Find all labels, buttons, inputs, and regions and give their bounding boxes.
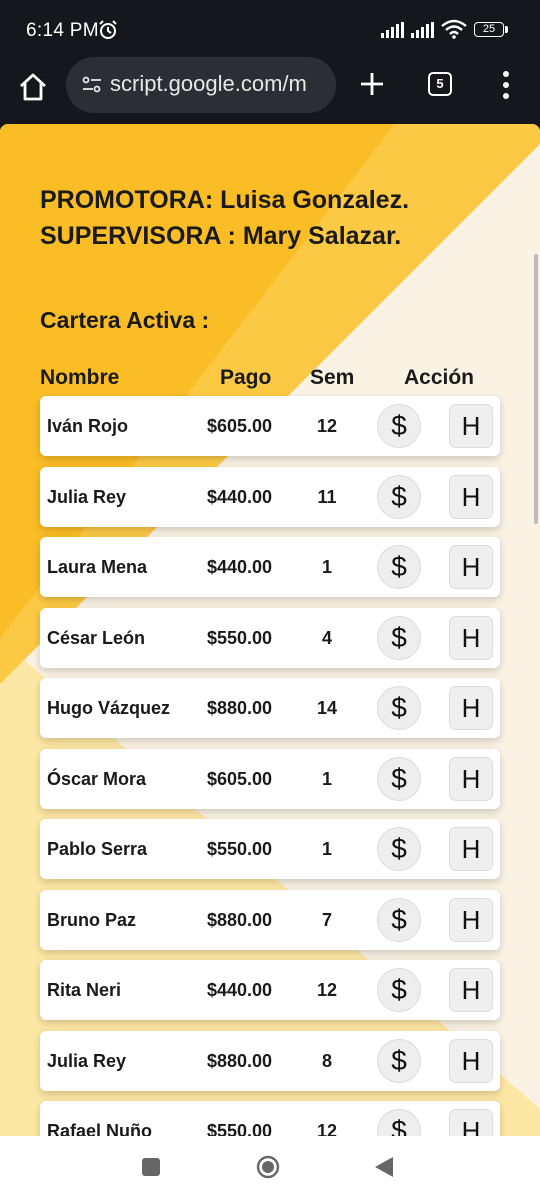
history-button[interactable]: H	[449, 897, 493, 942]
payment-amount: $440.00	[207, 486, 273, 507]
table-row: Julia Rey $880.00 8 $ H	[40, 1030, 500, 1091]
payment-amount: $880.00	[207, 698, 273, 718]
history-button[interactable]: H	[449, 756, 493, 801]
recents-icon[interactable]	[142, 1158, 160, 1176]
week-count: 7	[321, 909, 332, 930]
table-row: Óscar Mora $605.00 1 $ H	[40, 748, 500, 809]
url-text[interactable]: script.google.com/m	[110, 71, 326, 97]
payment-amount: $440.00	[207, 557, 273, 577]
pay-button[interactable]: $	[377, 615, 421, 660]
table-row: Laura Mena $440.00 1 $ H	[40, 537, 500, 597]
history-button[interactable]: H	[449, 404, 493, 448]
status-bar: 6:14 PM 25	[0, 0, 540, 62]
browser-toolbar: script.google.com/m 5	[0, 57, 540, 122]
client-name: Laura Mena	[47, 557, 148, 577]
back-icon[interactable]	[374, 1156, 394, 1178]
history-button[interactable]: H	[449, 968, 493, 1012]
scrollbar[interactable]	[534, 254, 538, 524]
table-row: César León $550.00 4 $ H	[40, 607, 500, 668]
week-count: 8	[321, 1050, 332, 1071]
home-circle-icon[interactable]	[256, 1155, 280, 1179]
week-count: 11	[317, 486, 337, 507]
pay-button[interactable]: $	[377, 545, 421, 589]
address-bar[interactable]: script.google.com/m	[66, 57, 336, 113]
payment-amount: $880.00	[207, 909, 273, 930]
client-name: Bruno Paz	[47, 909, 137, 930]
history-button[interactable]: H	[449, 827, 493, 871]
client-name: Iván Rojo	[47, 416, 129, 436]
week-count: 12	[316, 416, 338, 436]
pay-button[interactable]: $	[377, 474, 421, 519]
table-row: Pablo Serra $550.00 1 $ H	[40, 819, 500, 879]
history-button[interactable]: H	[449, 474, 493, 519]
alarm-icon	[99, 20, 117, 39]
table-row: Rafael Nuño $550.00 12 $ H	[40, 1101, 500, 1136]
column-header-sem: Sem	[310, 366, 355, 389]
page-title: PROMOTORA: Luisa Gonzalez. SUPERVISORA :…	[40, 182, 409, 254]
column-header-accion: Acción	[404, 366, 475, 389]
signal-icon	[411, 22, 434, 38]
client-name: Rita Neri	[47, 980, 122, 1000]
wifi-icon	[441, 19, 467, 39]
table-row: Julia Rey $440.00 11 $ H	[40, 466, 500, 527]
client-name: Pablo Serra	[47, 839, 148, 859]
more-options-icon[interactable]	[502, 70, 510, 100]
signal-icon	[381, 22, 404, 38]
payment-amount: $605.00	[207, 416, 273, 436]
pay-button[interactable]: $	[377, 686, 421, 730]
history-button[interactable]: H	[449, 545, 493, 589]
column-header-nombre: Nombre	[40, 366, 120, 389]
battery-tip	[505, 26, 508, 33]
pay-button[interactable]: $	[377, 897, 421, 942]
history-button[interactable]: H	[449, 615, 493, 660]
client-name: Hugo Vázquez	[47, 698, 171, 718]
pay-button[interactable]: $	[377, 1109, 421, 1136]
new-tab-icon[interactable]	[358, 70, 386, 98]
site-settings-icon[interactable]	[82, 75, 102, 95]
promotora-label: PROMOTORA: Luisa Gonzalez.	[40, 186, 410, 214]
pay-button[interactable]: $	[377, 1038, 421, 1083]
table-row: Hugo Vázquez $880.00 14 $ H	[40, 678, 500, 738]
pay-button[interactable]: $	[377, 827, 421, 871]
client-name: Julia Rey	[47, 486, 127, 507]
client-name: Rafael Nuño	[47, 1121, 153, 1136]
payment-amount: $550.00	[207, 1121, 273, 1136]
supervisora-label: SUPERVISORA : Mary Salazar.	[40, 222, 402, 250]
payment-amount: $440.00	[207, 980, 273, 1000]
pay-button[interactable]: $	[377, 404, 421, 448]
payment-amount: $605.00	[207, 768, 273, 789]
payment-amount: $880.00	[207, 1050, 273, 1071]
history-button[interactable]: H	[449, 686, 493, 730]
history-button[interactable]: H	[449, 1109, 493, 1136]
payment-amount: $550.00	[207, 839, 273, 859]
payment-amount: $550.00	[207, 627, 273, 648]
week-count: 4	[321, 627, 332, 648]
week-count: 12	[316, 1121, 338, 1136]
week-count: 12	[316, 980, 338, 1000]
battery-icon: 25	[474, 22, 504, 37]
pay-button[interactable]: $	[377, 756, 421, 801]
client-name: Julia Rey	[47, 1050, 127, 1071]
cartera-heading: Cartera Activa :	[40, 307, 210, 333]
pay-button[interactable]: $	[377, 968, 421, 1012]
clock: 6:14 PM	[26, 20, 99, 41]
table-row: Bruno Paz $880.00 7 $ H	[40, 889, 500, 950]
web-page: PROMOTORA: Luisa Gonzalez. SUPERVISORA :…	[0, 124, 540, 1136]
table-row: Rita Neri $440.00 12 $ H	[40, 960, 500, 1020]
table-row: Iván Rojo $605.00 12 $ H	[40, 396, 500, 456]
week-count: 14	[316, 698, 338, 718]
column-header-pago: Pago	[220, 366, 272, 389]
history-button[interactable]: H	[449, 1038, 493, 1083]
tab-switcher-button[interactable]: 5	[428, 72, 452, 96]
navigation-bar	[0, 1136, 540, 1200]
home-icon[interactable]	[18, 72, 48, 102]
week-count: 1	[321, 768, 332, 789]
client-name: César León	[47, 627, 146, 648]
week-count: 1	[321, 557, 332, 577]
week-count: 1	[321, 839, 332, 859]
client-name: Óscar Mora	[47, 768, 147, 789]
